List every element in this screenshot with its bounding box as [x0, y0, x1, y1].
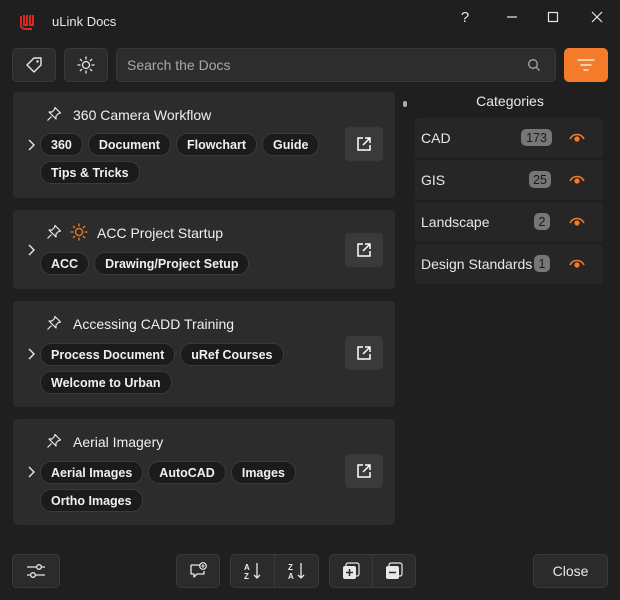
sort-ascending-button[interactable]: A Z	[231, 554, 274, 588]
tag-list: Aerial Images AutoCAD Images Ortho Image…	[40, 461, 330, 512]
pin-icon[interactable]	[46, 106, 62, 122]
sun-icon	[77, 56, 95, 74]
category-name: Landscape	[421, 214, 490, 230]
tag-chip[interactable]: Process Document	[40, 343, 176, 366]
open-doc-button[interactable]	[345, 454, 383, 488]
eye-icon[interactable]	[569, 215, 585, 227]
category-row[interactable]: Landscape 2	[415, 202, 603, 242]
sun-icon	[70, 223, 88, 241]
category-count-badge: 173	[521, 129, 552, 146]
collapse-all-icon	[386, 562, 403, 579]
app-title: uLink Docs	[52, 14, 117, 29]
category-count-badge: 1	[534, 255, 550, 272]
sliders-icon	[27, 564, 45, 578]
category-name: Design Standards	[421, 256, 533, 272]
pin-icon[interactable]	[46, 224, 62, 240]
minimize-button[interactable]	[499, 6, 525, 28]
svg-text:A: A	[244, 563, 250, 572]
svg-text:Z: Z	[288, 563, 293, 572]
tag-chip[interactable]: Document	[87, 133, 171, 156]
close-window-button[interactable]	[584, 6, 610, 28]
category-row[interactable]: Design Standards 1	[415, 244, 603, 284]
category-name: CAD	[421, 130, 451, 146]
add-comment-button[interactable]	[176, 554, 220, 588]
svg-text:A: A	[288, 572, 294, 581]
search-input[interactable]	[127, 49, 517, 81]
sort-az-icon: A Z	[244, 563, 260, 581]
tag-chip[interactable]: Drawing/Project Setup	[94, 252, 250, 275]
tag-list: ACC Drawing/Project Setup	[40, 252, 330, 275]
category-count-badge: 25	[529, 171, 551, 188]
tag-list: 360 Document Flowchart Guide Tips & Tric…	[40, 133, 330, 184]
tag-chip[interactable]: Welcome to Urban	[40, 371, 172, 394]
chevron-right-icon[interactable]	[26, 466, 36, 478]
sort-button-group: A Z Z A	[230, 554, 319, 588]
category-name: GIS	[421, 172, 446, 188]
doc-title: Accessing CADD Training	[73, 316, 235, 332]
tag-chip[interactable]: 360	[40, 133, 83, 156]
filter-button[interactable]	[564, 48, 608, 82]
comment-add-icon	[190, 562, 207, 578]
eye-icon[interactable]	[569, 257, 585, 269]
external-link-icon	[357, 346, 371, 360]
expand-all-icon	[343, 562, 360, 579]
category-count-badge: 2	[534, 213, 550, 230]
doc-card[interactable]: ACC Project Startup ACC Drawing/Project …	[13, 210, 395, 289]
external-link-icon	[357, 243, 371, 257]
minimize-icon	[507, 16, 517, 18]
doc-title: Aerial Imagery	[73, 434, 164, 450]
tag-chip[interactable]: Ortho Images	[40, 489, 143, 512]
doc-card[interactable]: Accessing CADD Training Process Document…	[13, 301, 395, 407]
maximize-icon	[547, 11, 559, 23]
pin-icon[interactable]	[46, 315, 62, 331]
tag-chip[interactable]: ACC	[40, 252, 90, 275]
open-doc-button[interactable]	[345, 336, 383, 370]
doc-title: 360 Camera Workflow	[73, 107, 212, 123]
close-icon	[591, 11, 603, 23]
tag-icon	[26, 57, 42, 73]
external-link-icon	[357, 464, 371, 478]
search-icon[interactable]	[527, 58, 541, 72]
doc-title: ACC Project Startup	[97, 225, 224, 241]
open-doc-button[interactable]	[345, 233, 383, 267]
category-row[interactable]: CAD 173	[415, 118, 603, 158]
settings-button[interactable]	[12, 554, 60, 588]
maximize-button[interactable]	[540, 6, 566, 28]
chevron-right-icon[interactable]	[26, 348, 36, 360]
close-button[interactable]: Close	[533, 554, 608, 588]
svg-text:Z: Z	[244, 572, 249, 581]
tag-chip[interactable]: uRef Courses	[180, 343, 284, 366]
eye-icon[interactable]	[569, 131, 585, 143]
help-button[interactable]: ?	[452, 6, 478, 28]
scrollbar-thumb[interactable]	[403, 101, 407, 107]
tag-chip[interactable]: Aerial Images	[40, 461, 144, 484]
tag-chip[interactable]: Guide	[262, 133, 320, 156]
filter-icon	[577, 59, 595, 71]
search-box	[116, 48, 556, 82]
tag-list: Process Document uRef Courses Welcome to…	[40, 343, 330, 394]
tag-chip[interactable]: Images	[230, 461, 296, 484]
tag-chip[interactable]: Tips & Tricks	[40, 161, 140, 184]
expand-collapse-group	[329, 554, 416, 588]
doc-card[interactable]: Aerial Imagery Aerial Images AutoCAD Ima…	[13, 419, 395, 525]
tag-chip[interactable]: Flowchart	[175, 133, 258, 156]
app-logo-icon	[20, 15, 34, 30]
pin-icon[interactable]	[46, 433, 62, 449]
categories-header: Categories	[476, 93, 544, 109]
chevron-right-icon[interactable]	[26, 244, 36, 256]
open-doc-button[interactable]	[345, 127, 383, 161]
title-bar: uLink Docs ?	[0, 0, 620, 40]
category-row[interactable]: GIS 25	[415, 160, 603, 200]
sort-descending-button[interactable]: Z A	[275, 554, 318, 588]
doc-card[interactable]: 360 Camera Workflow 360 Document Flowcha…	[13, 92, 395, 198]
expand-all-button[interactable]	[330, 554, 372, 588]
eye-icon[interactable]	[569, 173, 585, 185]
theme-button[interactable]	[64, 48, 108, 82]
collapse-all-button[interactable]	[373, 554, 415, 588]
chevron-right-icon[interactable]	[26, 139, 36, 151]
tag-button[interactable]	[12, 48, 56, 82]
tag-chip[interactable]: AutoCAD	[148, 461, 226, 484]
sort-za-icon: Z A	[288, 563, 304, 581]
external-link-icon	[357, 137, 371, 151]
